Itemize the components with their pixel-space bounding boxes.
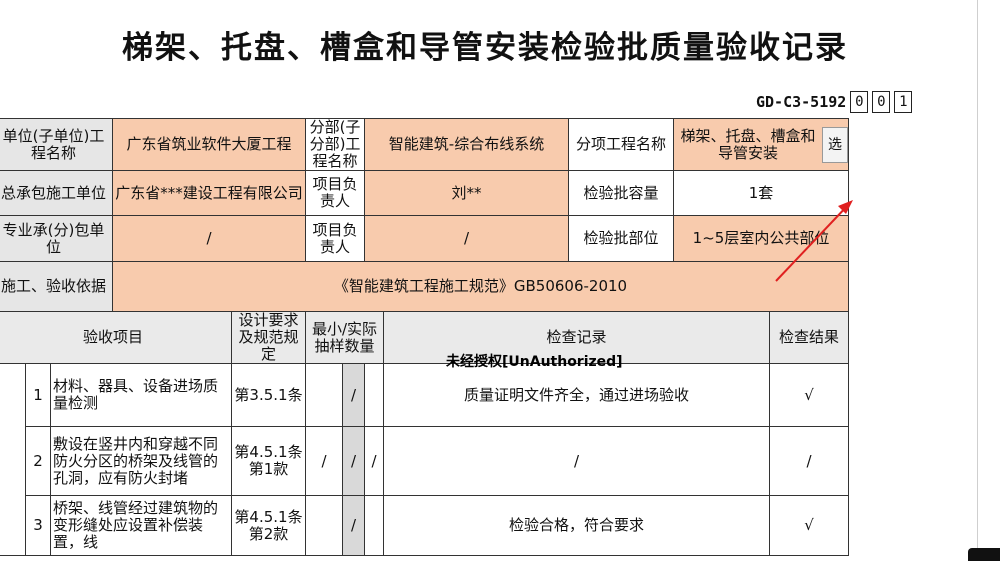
corner-overlay [968,548,1000,561]
red-arrow-annotation [775,200,853,282]
